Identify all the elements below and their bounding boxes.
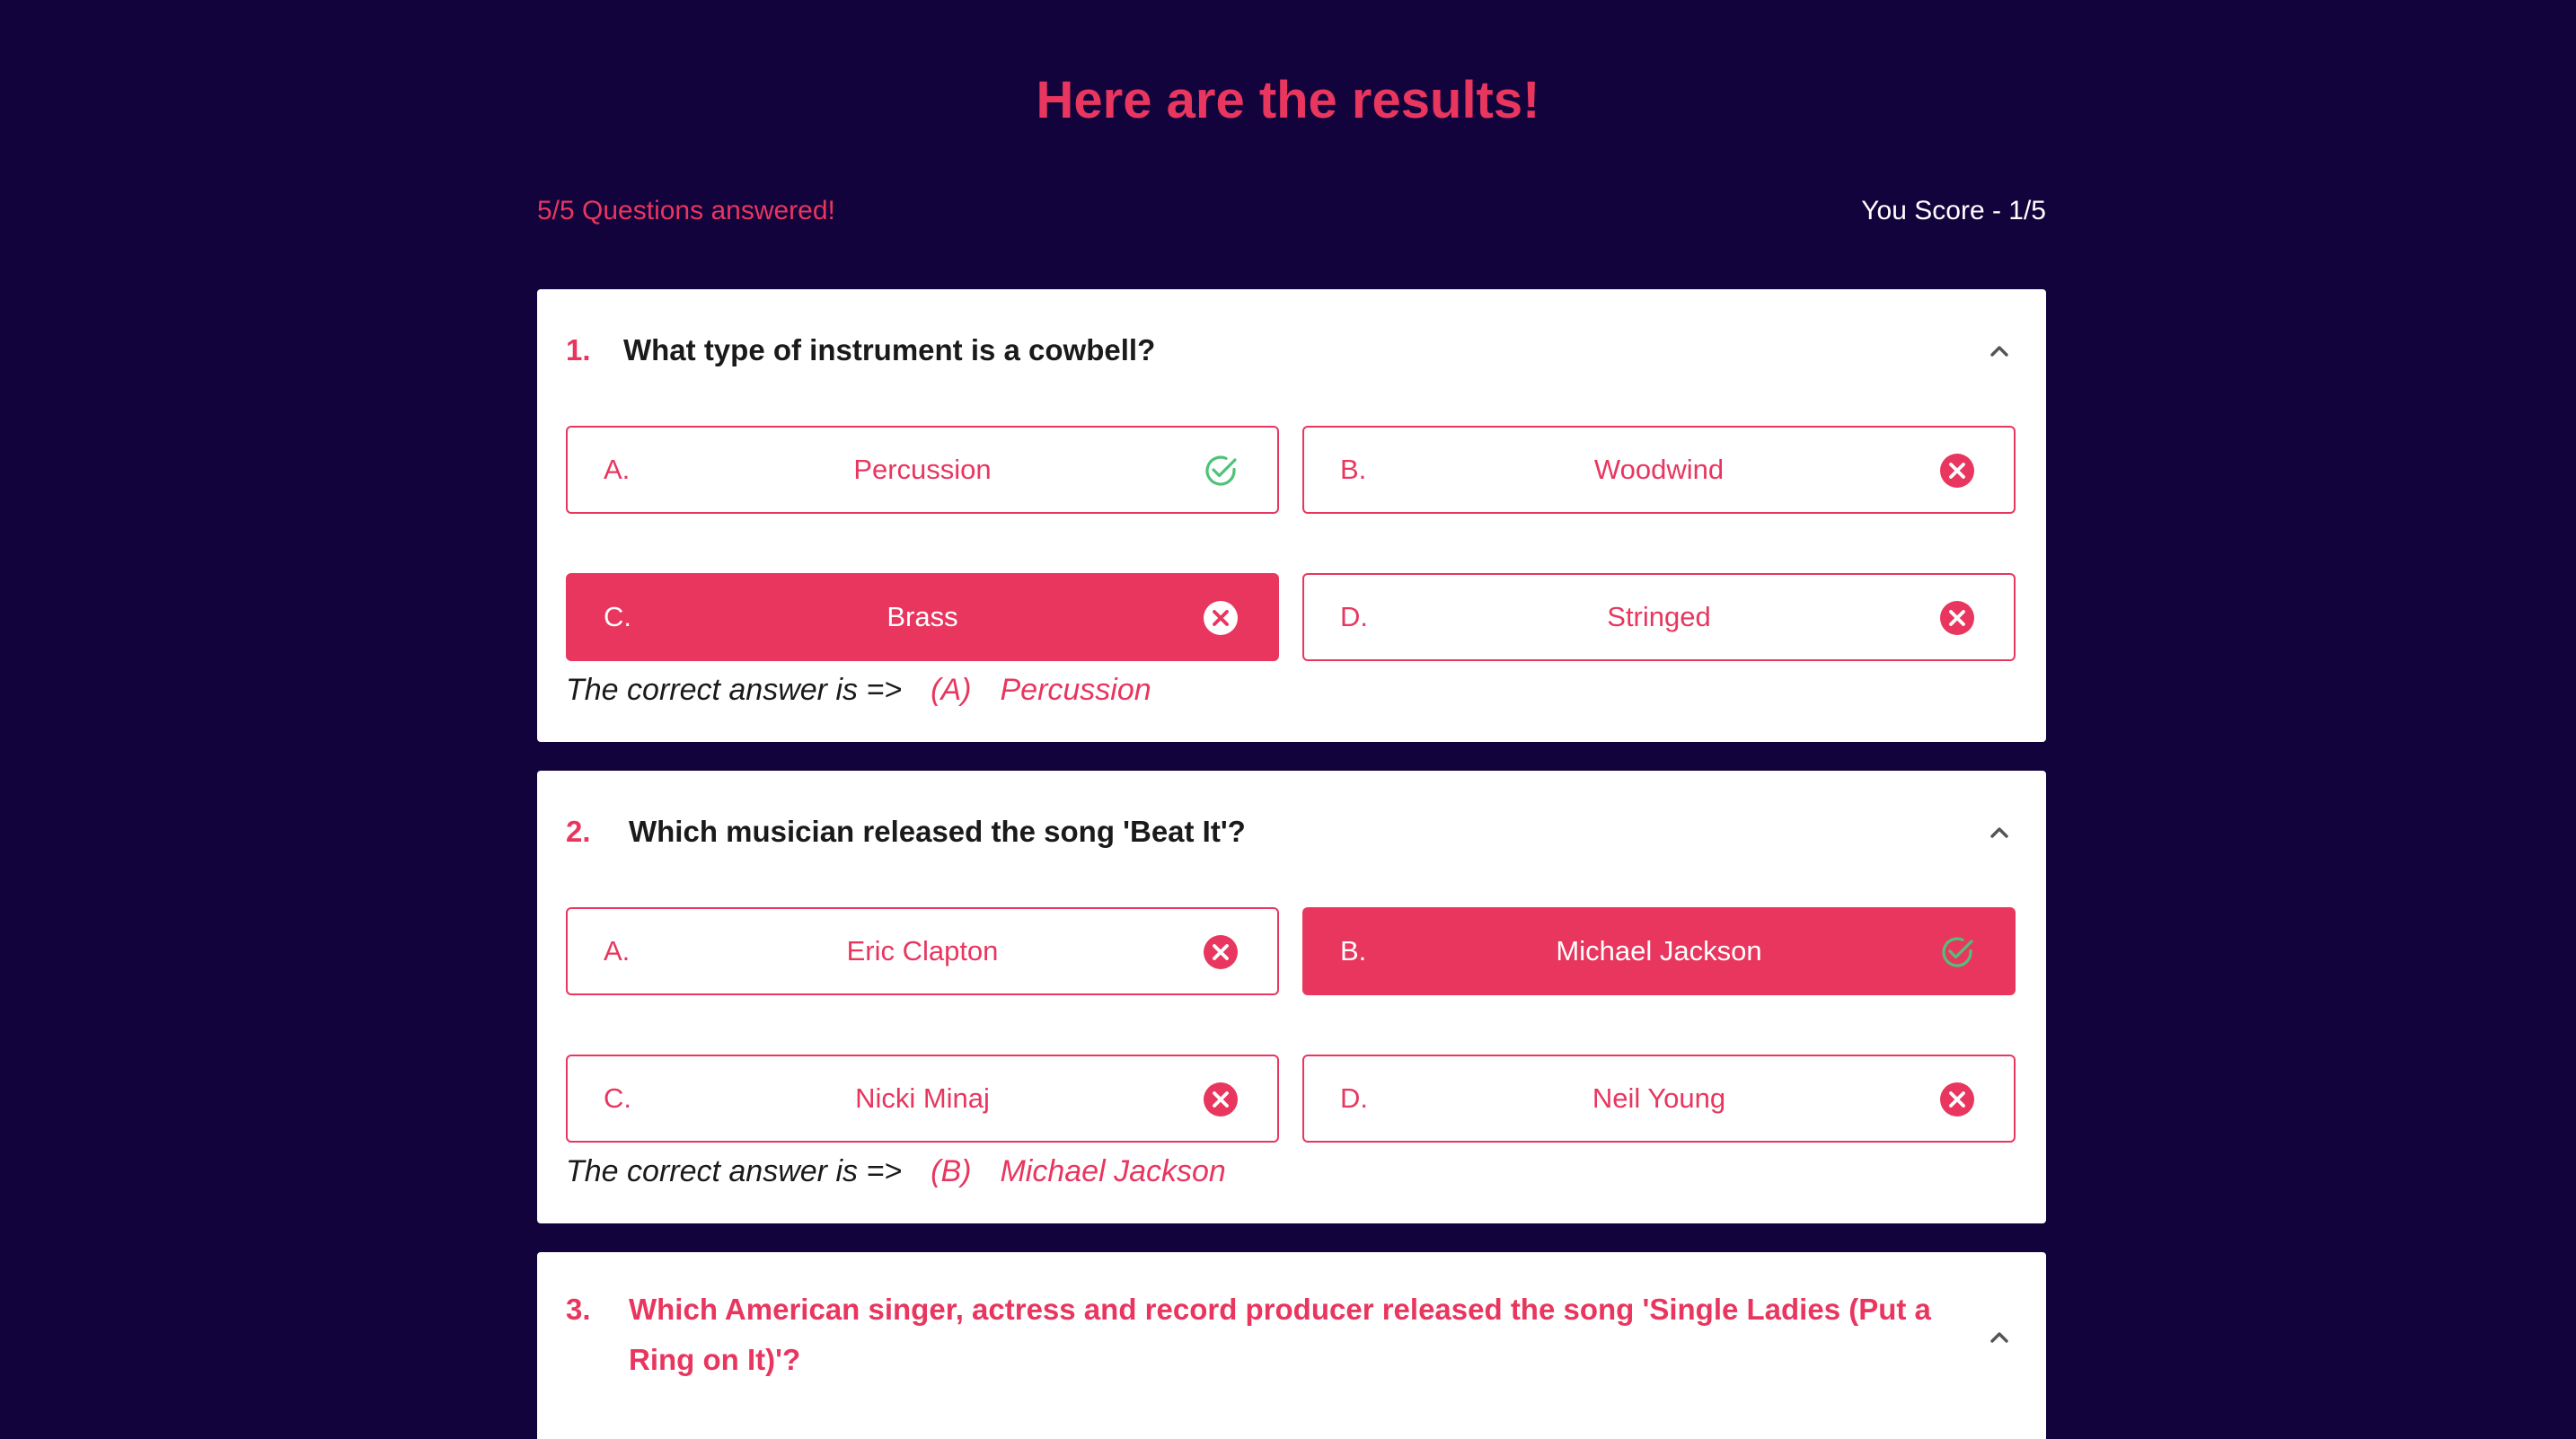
option-d[interactable]: D. Stringed <box>1302 573 2016 661</box>
option-label: Neil Young <box>1592 1082 1726 1114</box>
question-card-2: 2. Which musician released the song 'Bea… <box>537 771 2046 1223</box>
check-circle-icon <box>1942 937 1973 967</box>
x-circle-icon <box>1204 935 1238 969</box>
option-label: Eric Clapton <box>846 935 999 967</box>
option-c[interactable]: C. Nicki Minaj <box>566 1055 1279 1143</box>
answered-count: 5/5 Questions answered! <box>537 196 835 225</box>
option-b[interactable]: B. Woodwind <box>1302 426 2016 514</box>
results-page: Here are the results! 5/5 Questions answ… <box>0 0 2576 1439</box>
question-text: Which American singer, actress and recor… <box>629 1293 1931 1376</box>
x-circle-icon <box>1204 601 1238 635</box>
correct-answer-letter: (B) <box>931 1154 972 1188</box>
option-label: Brass <box>887 601 958 632</box>
x-circle-icon <box>1940 454 1974 488</box>
question-text: Which musician released the song 'Beat I… <box>629 815 1246 848</box>
option-label: Stringed <box>1607 601 1711 632</box>
score-display: You Score - 1/5 <box>1861 196 2046 225</box>
correct-answer-letter: (A) <box>931 673 972 707</box>
option-b[interactable]: B. Michael Jackson <box>1302 907 2016 995</box>
correct-answer-text: Percussion <box>1000 673 1151 707</box>
option-a[interactable]: A. Eric Clapton <box>566 907 1279 995</box>
x-circle-icon <box>1940 1082 1974 1117</box>
option-label: Nicki Minaj <box>855 1082 990 1114</box>
page-title: Here are the results! <box>1036 71 1540 129</box>
question-number: 3. <box>566 1293 591 1326</box>
option-a[interactable]: A. Percussion <box>566 426 1279 514</box>
chevron-up-icon[interactable] <box>1981 1319 2017 1355</box>
option-d[interactable]: D. Neil Young <box>1302 1055 2016 1143</box>
question-card-3: 3. Which American singer, actress and re… <box>537 1252 2046 1439</box>
option-label: Percussion <box>853 454 992 485</box>
check-circle-icon <box>1205 455 1237 486</box>
correct-answer-line: The correct answer is => (A) Percussion <box>566 667 1151 712</box>
correct-answer-prefix: The correct answer is => <box>566 1154 903 1188</box>
question-number: 2. <box>566 815 591 848</box>
x-circle-icon <box>1204 1082 1238 1117</box>
option-label: Woodwind <box>1593 454 1725 485</box>
correct-answer-text: Michael Jackson <box>1000 1154 1226 1188</box>
question-card-1: 1. What type of instrument is a cowbell?… <box>537 289 2046 742</box>
x-circle-icon <box>1940 601 1974 635</box>
correct-answer-prefix: The correct answer is => <box>566 673 903 707</box>
option-label: Michael Jackson <box>1556 935 1762 967</box>
option-c[interactable]: C. Brass <box>566 573 1279 661</box>
chevron-up-icon[interactable] <box>1981 814 2017 850</box>
correct-answer-line: The correct answer is => (B) Michael Jacks… <box>566 1149 1226 1194</box>
question-number: 1. <box>566 333 591 366</box>
chevron-up-icon[interactable] <box>1981 332 2017 368</box>
question-text: What type of instrument is a cowbell? <box>623 333 1156 366</box>
